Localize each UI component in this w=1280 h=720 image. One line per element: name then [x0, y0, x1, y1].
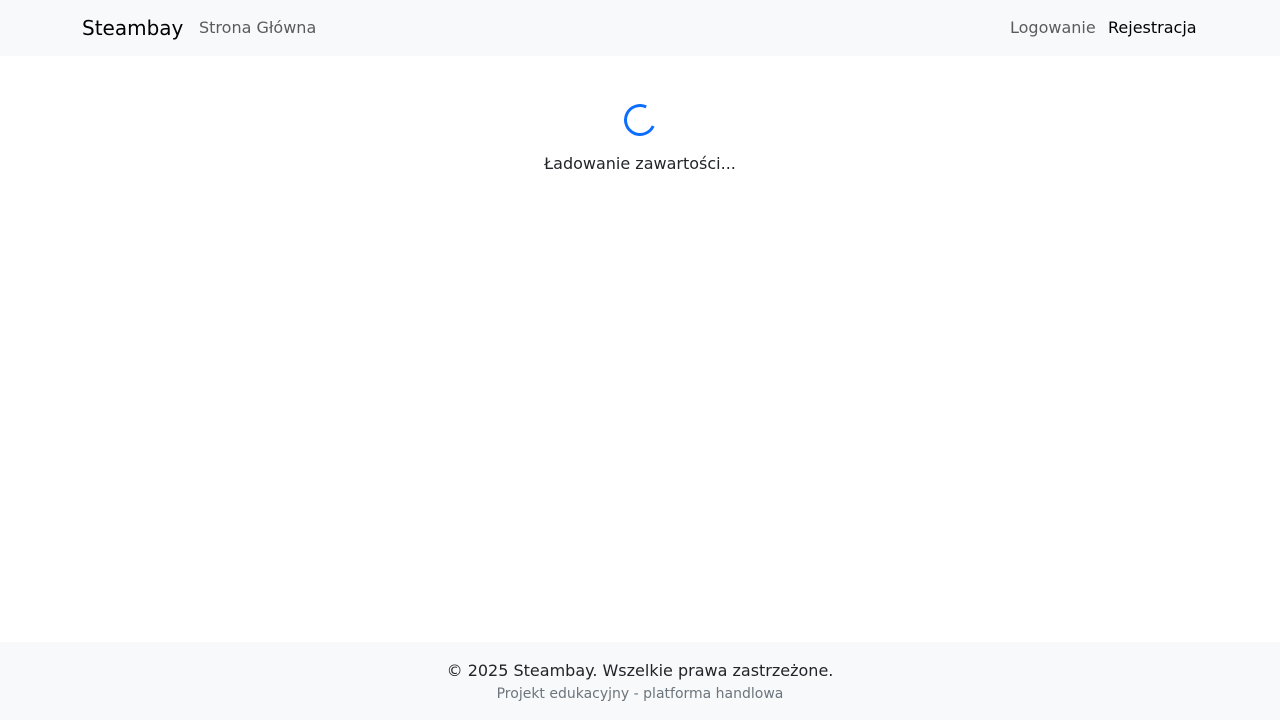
nav-link-login[interactable]: Logowanie [1010, 17, 1096, 39]
nav-link-home[interactable]: Strona Główna [199, 17, 316, 39]
footer-copyright: © 2025 Steambay. Wszelkie prawa zastrzeż… [446, 661, 834, 680]
nav-link-register[interactable]: Rejestracja [1108, 17, 1197, 39]
brand-link[interactable]: Steambay [82, 14, 183, 42]
loading-spinner-icon [619, 99, 661, 141]
loading-text: Ładowanie zawartości... [544, 154, 736, 173]
footer-subtitle: Projekt edukacyjny - platforma handlowa [496, 686, 784, 702]
footer: © 2025 Steambay. Wszelkie prawa zastrzeż… [0, 642, 1280, 720]
main-content: Ładowanie zawartości... [0, 56, 1280, 642]
top-navbar: Steambay Strona Główna Logowanie Rejestr… [0, 0, 1280, 56]
page: Steambay Strona Główna Logowanie Rejestr… [0, 0, 1280, 720]
